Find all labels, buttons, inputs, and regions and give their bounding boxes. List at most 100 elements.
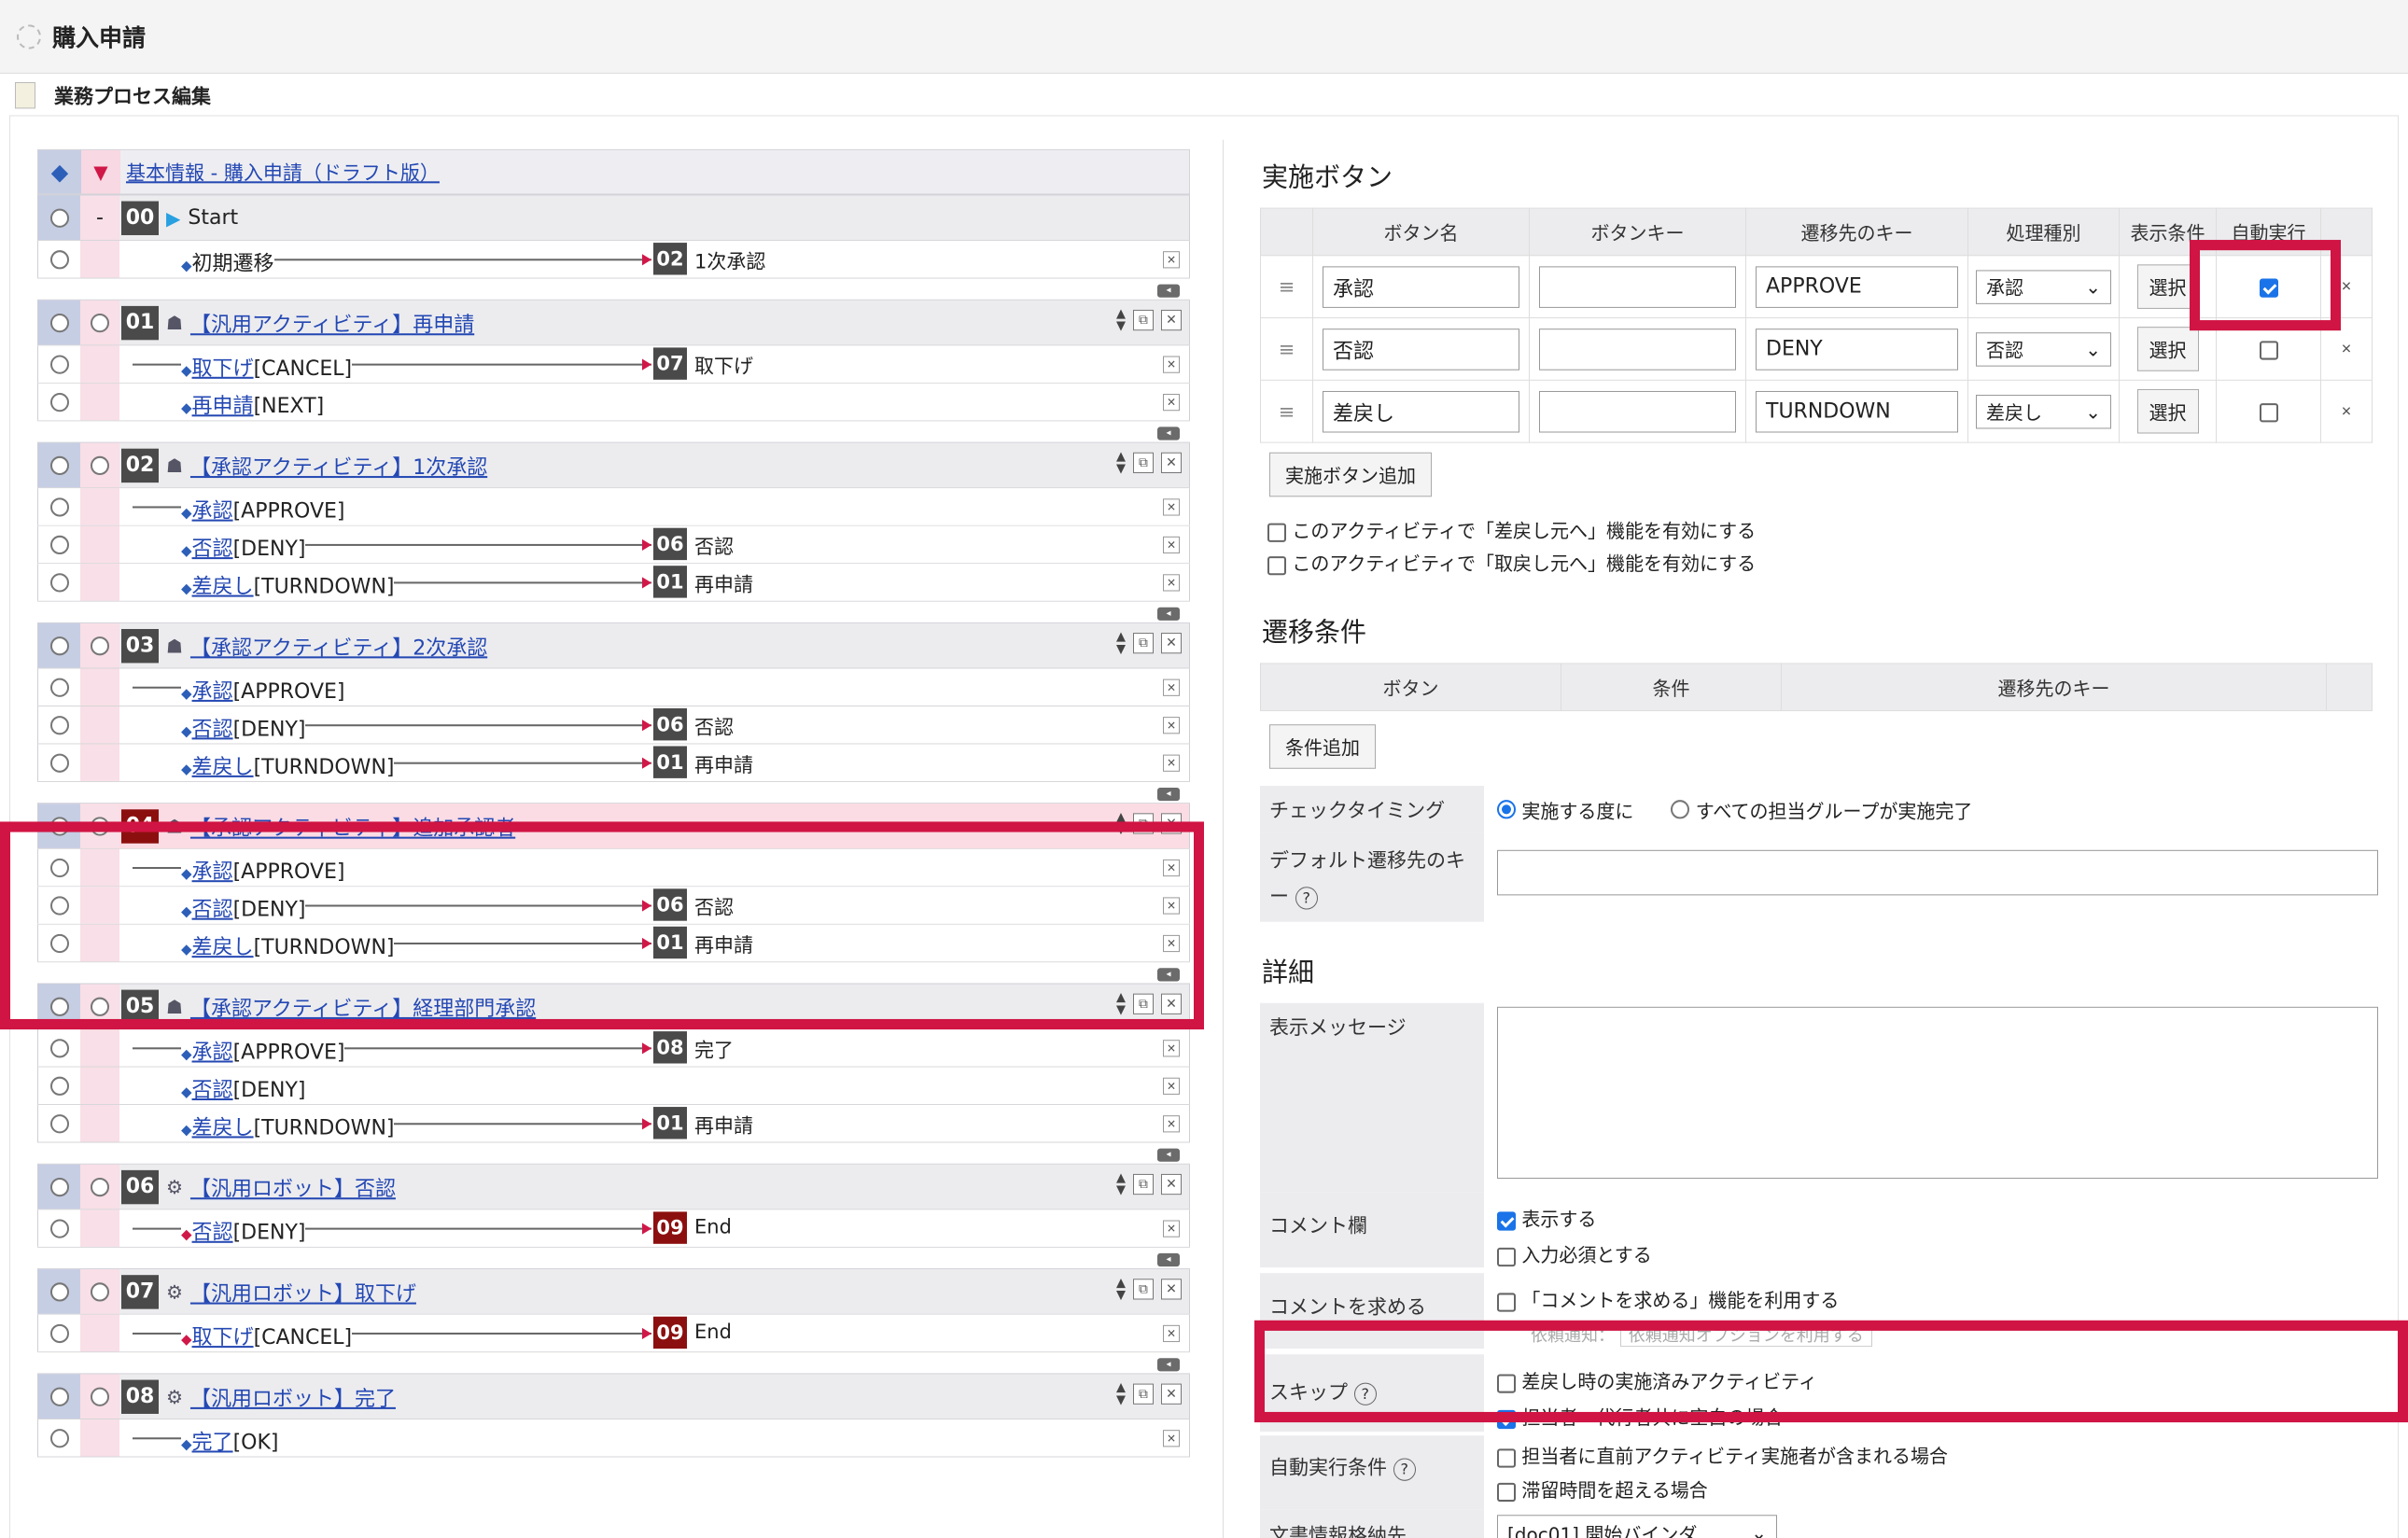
skip-blank-checkbox[interactable] <box>1497 1409 1516 1429</box>
copy-icon[interactable]: ⧉ <box>1133 813 1154 834</box>
delete-transition-icon[interactable]: ✕ <box>1163 1040 1180 1057</box>
transition-radio[interactable] <box>49 392 69 412</box>
reorder-icon[interactable]: ▲ ▼ <box>1116 1277 1126 1301</box>
activity-radio[interactable] <box>49 816 69 836</box>
type-select[interactable]: 否認 ⌄ <box>1976 331 2111 367</box>
activity-title[interactable]: 【承認アクティビティ】経理部門承認 <box>190 991 536 1021</box>
activity-title[interactable]: 【汎用アクティビティ】再申請 <box>190 307 474 337</box>
button-name-input[interactable]: 否認 <box>1323 328 1519 371</box>
activity-radio-2[interactable] <box>91 1281 109 1302</box>
activity-radio-2[interactable] <box>91 455 109 475</box>
copy-icon[interactable]: ⧉ <box>1133 1383 1154 1405</box>
activity-radio[interactable] <box>49 455 69 475</box>
copy-icon[interactable]: ⧉ <box>1133 309 1154 331</box>
skip-turndown-checkbox[interactable] <box>1497 1373 1516 1393</box>
activity-header[interactable]: 01 ☗ 【汎用アクティビティ】再申請 ▲ ▼ ⧉ ✕ <box>37 300 1190 346</box>
delete-transition-icon[interactable]: ✕ <box>1163 1430 1180 1447</box>
drag-handle-icon[interactable]: ≡ <box>1260 255 1313 319</box>
drag-handle-icon[interactable]: ≡ <box>1260 317 1313 381</box>
activity-header[interactable]: 07 ⚙ 【汎用ロボット】取下げ ▲ ▼ ⧉ ✕ <box>37 1269 1190 1315</box>
delete-transition-icon[interactable]: ✕ <box>1163 251 1180 269</box>
reorder-icon[interactable]: ▲ ▼ <box>1116 992 1126 1016</box>
transition-label[interactable]: 承認 <box>192 860 233 884</box>
transition-label[interactable]: 否認 <box>192 538 233 561</box>
transition-label[interactable]: 取下げ <box>192 1326 254 1349</box>
transition-radio[interactable] <box>49 1323 69 1343</box>
activity-radio-2[interactable] <box>91 636 109 655</box>
dest-key-input[interactable]: TURNDOWN <box>1756 390 1958 432</box>
opt1-checkbox[interactable] <box>1267 523 1286 542</box>
activity-radio-2[interactable] <box>91 1177 109 1196</box>
transition-label[interactable]: 承認 <box>192 680 233 704</box>
button-key-input[interactable] <box>1539 390 1736 432</box>
delete-transition-icon[interactable]: ✕ <box>1163 1115 1180 1133</box>
transition-radio[interactable] <box>49 1076 69 1096</box>
close-icon[interactable]: ✕ <box>1161 813 1182 834</box>
close-icon[interactable]: ✕ <box>1161 309 1182 331</box>
base-info-link[interactable]: 基本情報 - 購入申請（ドラフト版） <box>126 161 440 184</box>
auto-stay-checkbox[interactable] <box>1497 1482 1516 1502</box>
copy-icon[interactable]: ⧉ <box>1133 1279 1154 1300</box>
transition-label[interactable]: 否認 <box>192 898 233 921</box>
transition-label[interactable]: 否認 <box>192 718 233 741</box>
activity-title[interactable]: 【汎用ロボット】完了 <box>190 1381 396 1411</box>
transition-radio[interactable] <box>49 355 69 374</box>
radio-each[interactable] <box>1497 800 1516 819</box>
activity-header[interactable]: 03 ☗ 【承認アクティビティ】2次承認 ▲ ▼ ⧉ ✕ <box>37 622 1190 669</box>
reorder-icon[interactable]: ▲ ▼ <box>1116 631 1126 655</box>
delete-row-icon[interactable]: ✕ <box>2320 255 2373 319</box>
transition-label[interactable]: 差戻し <box>192 756 254 779</box>
show-comment-checkbox[interactable] <box>1497 1210 1516 1231</box>
close-icon[interactable]: ✕ <box>1161 1383 1182 1405</box>
opt2-checkbox[interactable] <box>1267 555 1286 575</box>
notify-select[interactable]: 依頼通知オプションを利用する <box>1619 1324 1872 1348</box>
transition-radio[interactable] <box>49 933 69 953</box>
delete-row-icon[interactable]: ✕ <box>2320 317 2373 381</box>
transition-label[interactable]: 否認 <box>192 1079 233 1102</box>
copy-icon[interactable]: ⧉ <box>1133 452 1154 474</box>
delete-transition-icon[interactable]: ✕ <box>1163 1324 1180 1343</box>
activity-header[interactable]: 06 ⚙ 【汎用ロボット】否認 ▲ ▼ ⧉ ✕ <box>37 1164 1190 1210</box>
reorder-icon[interactable]: ▲ ▼ <box>1116 451 1126 475</box>
transition-label[interactable]: 差戻し <box>192 575 254 598</box>
transition-label[interactable]: 取下げ <box>192 357 254 381</box>
copy-icon[interactable]: ⧉ <box>1133 993 1154 1014</box>
reorder-icon[interactable]: ▲ ▼ <box>1116 811 1126 835</box>
activity-title[interactable]: 【承認アクティビティ】追加承認者 <box>190 811 515 841</box>
select-button[interactable]: 選択 <box>2136 388 2199 434</box>
delete-transition-icon[interactable]: ✕ <box>1163 574 1180 592</box>
required-checkbox[interactable] <box>1497 1247 1516 1266</box>
transition-label[interactable]: 差戻し <box>192 1116 254 1140</box>
button-key-input[interactable] <box>1539 328 1736 371</box>
reorder-icon[interactable]: ▲ ▼ <box>1116 1172 1126 1196</box>
auto-prev-checkbox[interactable] <box>1497 1447 1516 1468</box>
transition-label[interactable]: 差戻し <box>192 936 254 959</box>
transition-radio[interactable] <box>49 715 69 734</box>
drag-handle-icon[interactable]: ≡ <box>1260 379 1313 443</box>
select-button[interactable]: 選択 <box>2136 264 2199 309</box>
activity-radio[interactable] <box>49 636 69 655</box>
help-icon[interactable]: ? <box>1393 1458 1416 1481</box>
activity-radio[interactable] <box>49 208 69 228</box>
select-button[interactable]: 選択 <box>2136 327 2199 371</box>
button-key-input[interactable] <box>1539 265 1736 308</box>
copy-icon[interactable]: ⧉ <box>1133 633 1154 654</box>
type-select[interactable]: 差戻し ⌄ <box>1976 394 2111 428</box>
activity-header[interactable]: 04 ☗ 【承認アクティビティ】追加承認者 ▲ ▼ ⧉ ✕ <box>37 804 1190 849</box>
auto-exec-checkbox[interactable] <box>2259 402 2278 422</box>
delete-transition-icon[interactable]: ✕ <box>1163 356 1180 373</box>
delete-transition-icon[interactable]: ✕ <box>1163 394 1180 412</box>
reorder-icon[interactable]: ▲ ▼ <box>1116 308 1126 332</box>
transition-radio[interactable] <box>49 535 69 554</box>
activity-radio[interactable] <box>49 1177 69 1196</box>
auto-exec-checkbox[interactable] <box>2259 340 2278 360</box>
activity-radio-2[interactable] <box>91 997 109 1016</box>
dest-key-input[interactable]: DENY <box>1756 328 1958 371</box>
transition-radio[interactable] <box>49 678 69 697</box>
close-icon[interactable]: ✕ <box>1161 1173 1182 1195</box>
copy-icon[interactable]: ⧉ <box>1133 1173 1154 1195</box>
activity-title[interactable]: 【汎用ロボット】取下げ <box>190 1277 416 1307</box>
delete-transition-icon[interactable]: ✕ <box>1163 934 1180 953</box>
transition-label[interactable]: 完了 <box>192 1431 233 1454</box>
help-icon[interactable]: ? <box>1353 1382 1377 1405</box>
